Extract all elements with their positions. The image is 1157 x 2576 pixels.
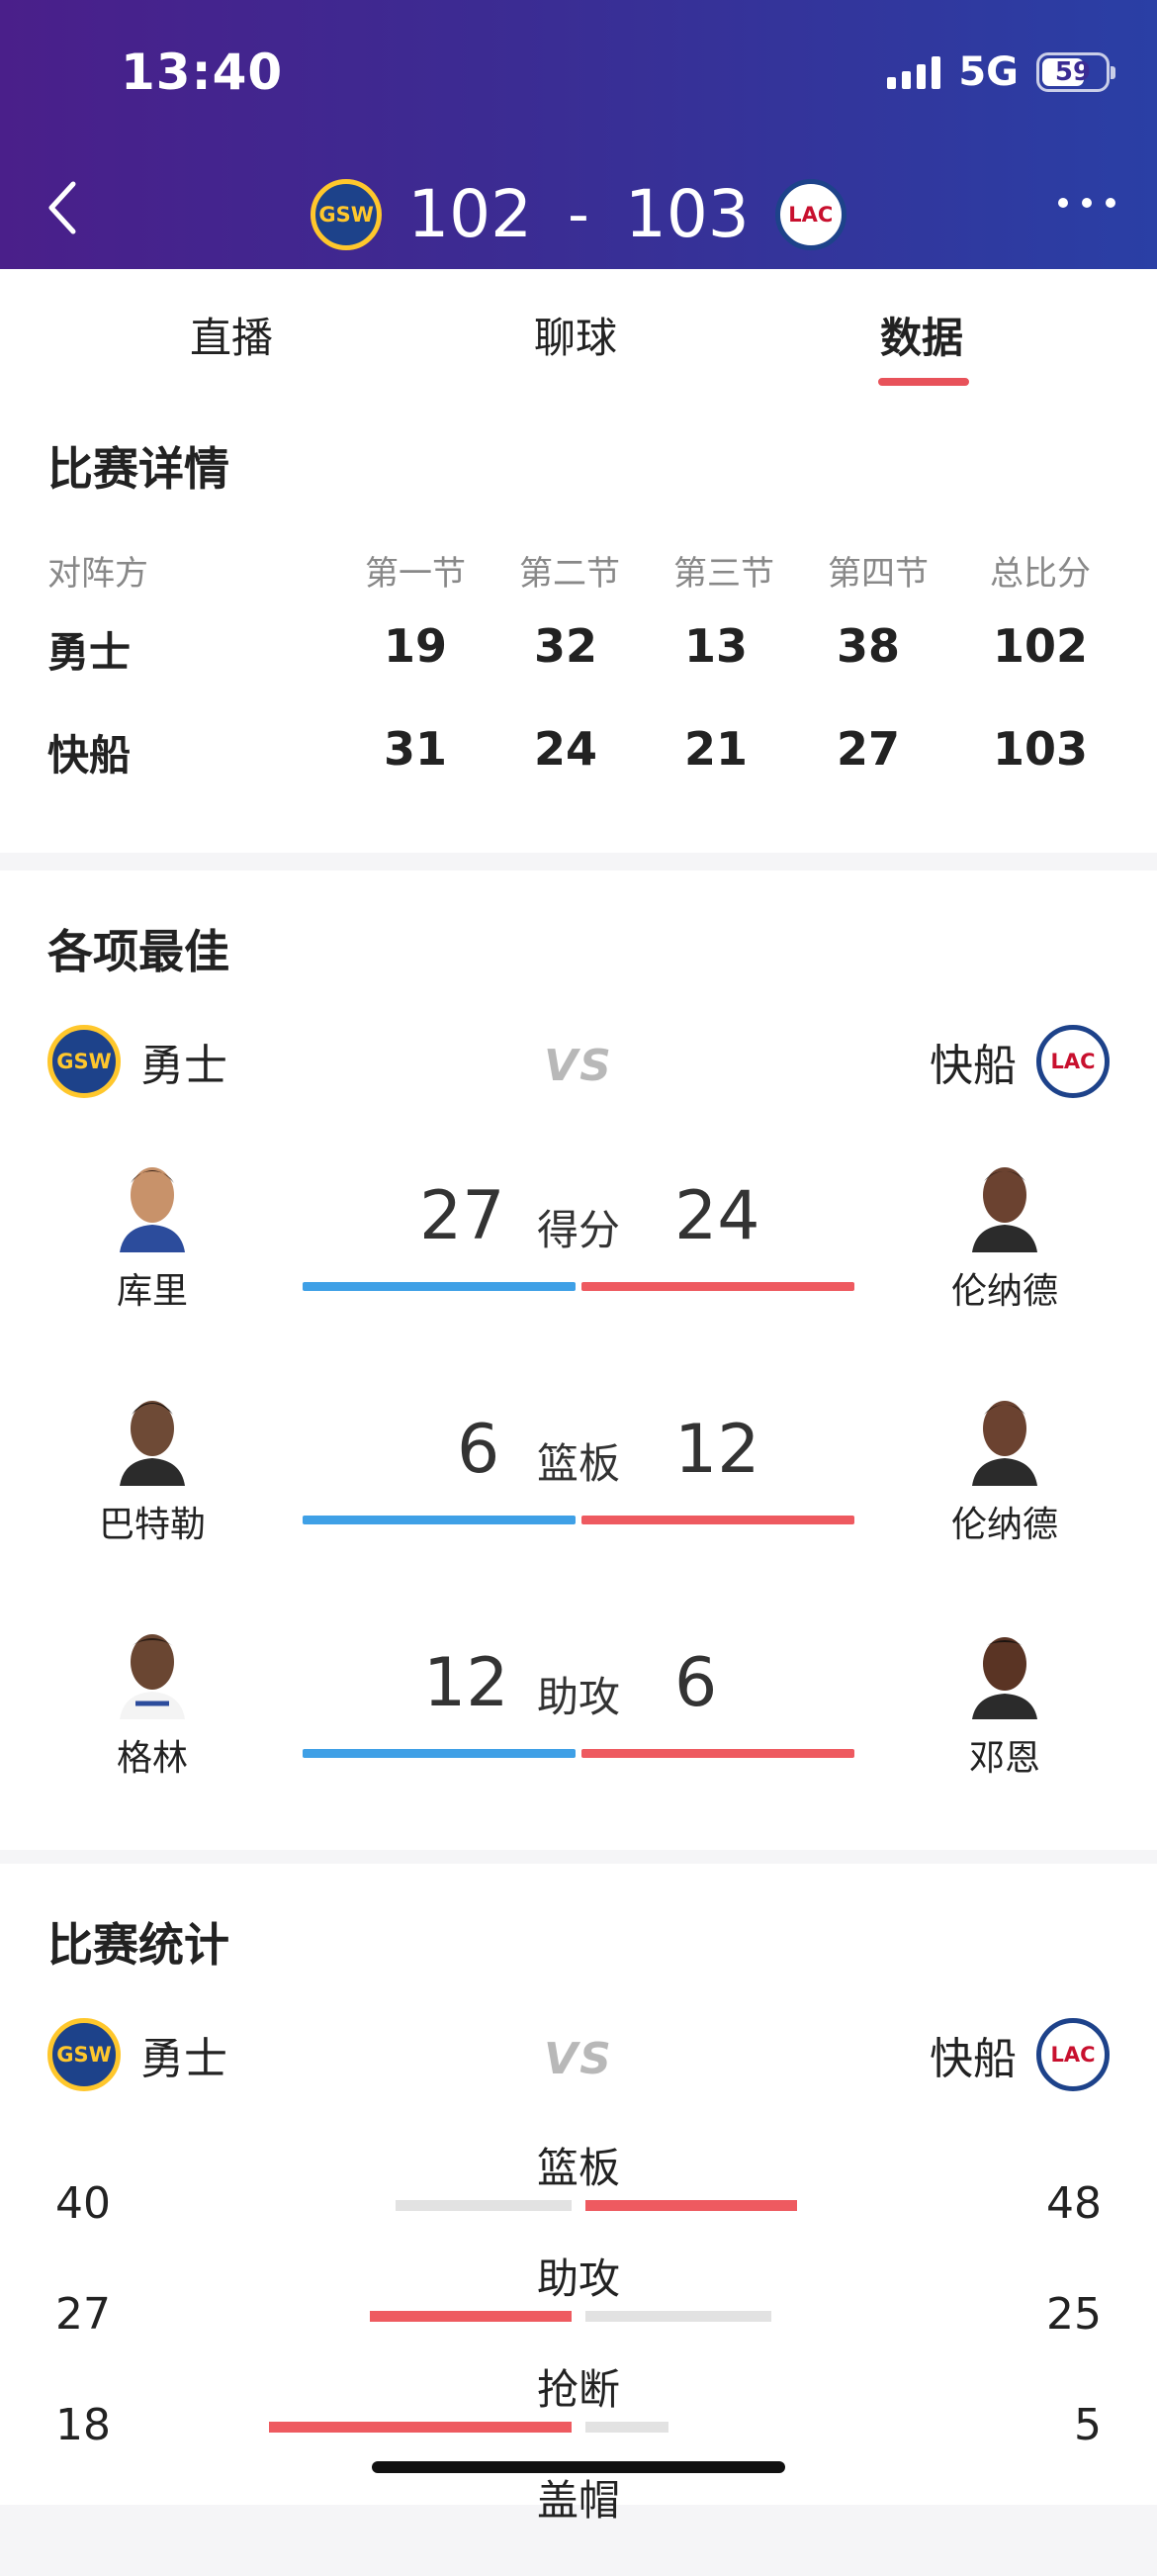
away-value: 12 bbox=[674, 1411, 760, 1489]
section-title: 比赛详情 bbox=[47, 442, 229, 496]
total-score: 102 bbox=[992, 619, 1089, 673]
home-bar bbox=[303, 1749, 576, 1758]
tab-bar: 直播 聊球 数据 bbox=[0, 269, 1157, 389]
stat-row: 篮板 40 48 bbox=[0, 2135, 1157, 2244]
q1-score: 31 bbox=[383, 722, 447, 776]
header-q1: 第一节 bbox=[365, 554, 466, 594]
match-header: 13:40 5G 59 GSW 102 - 103 LAC bbox=[0, 0, 1157, 269]
team-name: 勇士 bbox=[47, 628, 132, 677]
teams-vs-row: GSW 勇士 VS 快船 LAC bbox=[0, 1025, 1157, 1104]
home-indicator[interactable] bbox=[372, 2461, 785, 2473]
away-stat-bar bbox=[585, 2422, 668, 2433]
tab-live[interactable]: 直播 bbox=[190, 305, 273, 365]
status-icons: 5G 59 bbox=[887, 49, 1115, 95]
home-stat-bar bbox=[370, 2311, 572, 2322]
match-detail-card: 比赛详情 对阵方 第一节 第二节 第三节 第四节 总比分 勇士 19 32 13… bbox=[0, 388, 1157, 853]
teams-vs-row: GSW 勇士 VS 快船 LAC bbox=[0, 2018, 1157, 2097]
status-time: 13:40 bbox=[121, 44, 284, 101]
leader-row[interactable]: 巴特勒 6 篮板 12 伦纳德 bbox=[0, 1391, 1157, 1569]
more-options-icon[interactable] bbox=[1058, 198, 1115, 208]
player-name: 巴特勒 bbox=[98, 1505, 206, 1545]
signal-icon bbox=[887, 55, 941, 89]
tab-data[interactable]: 数据 bbox=[880, 305, 963, 365]
q4-score: 38 bbox=[836, 619, 900, 673]
stat-row: 盖帽 bbox=[0, 2467, 1157, 2576]
total-score: 103 bbox=[992, 722, 1089, 776]
header-team: 对阵方 bbox=[47, 554, 148, 594]
away-bar bbox=[581, 1749, 854, 1758]
home-score: 102 bbox=[407, 176, 533, 252]
away-stat-bar bbox=[585, 2311, 771, 2322]
q2-score: 24 bbox=[533, 722, 597, 776]
away-player[interactable]: 伦纳德 bbox=[906, 1391, 1104, 1547]
q4-score: 27 bbox=[836, 722, 900, 776]
away-player[interactable]: 邓恩 bbox=[906, 1624, 1104, 1781]
section-title: 比赛统计 bbox=[47, 1918, 229, 1972]
away-bar bbox=[581, 1282, 854, 1291]
player-avatar bbox=[972, 1167, 1037, 1252]
home-stat-value: 40 bbox=[55, 2178, 111, 2229]
section-title: 各项最佳 bbox=[47, 925, 229, 978]
player-avatar bbox=[972, 1637, 1037, 1719]
home-stat-bar bbox=[269, 2422, 572, 2433]
leader-row[interactable]: 格林 12 助攻 6 邓恩 bbox=[0, 1624, 1157, 1802]
team-stats-card: 比赛统计 GSW 勇士 VS 快船 LAC 篮板 40 48 助攻 27 25 … bbox=[0, 1864, 1157, 2525]
away-value: 24 bbox=[674, 1177, 760, 1255]
q3-score: 21 bbox=[683, 722, 748, 776]
away-stat-value: 5 bbox=[1074, 2400, 1102, 2450]
lac-logo-icon: LAC bbox=[1036, 1025, 1110, 1098]
header-total: 总比分 bbox=[990, 554, 1091, 594]
stat-row: 助攻 27 25 bbox=[0, 2246, 1157, 2354]
q1-score: 19 bbox=[383, 619, 447, 673]
network-label: 5G bbox=[958, 49, 1019, 95]
away-stat-bar bbox=[585, 2200, 797, 2211]
away-team-name: 快船 bbox=[930, 2034, 1017, 2084]
away-team: 快船 LAC bbox=[930, 1025, 1110, 1098]
q3-score: 13 bbox=[683, 619, 748, 673]
player-name: 格林 bbox=[116, 1738, 188, 1779]
score-separator: - bbox=[568, 179, 589, 249]
battery-level: 59 bbox=[1054, 57, 1092, 87]
lac-logo-icon: LAC bbox=[1036, 2018, 1110, 2091]
stat-label: 抢断 bbox=[536, 2365, 620, 2414]
away-stat-value: 48 bbox=[1046, 2178, 1102, 2229]
home-stat-bar bbox=[396, 2200, 572, 2211]
player-name: 库里 bbox=[116, 1271, 188, 1312]
away-team-name: 快船 bbox=[930, 1041, 1017, 1091]
stat-label: 盖帽 bbox=[536, 2476, 620, 2525]
away-bar bbox=[581, 1516, 854, 1524]
away-team: 快船 LAC bbox=[930, 2018, 1110, 2091]
lac-logo-icon: LAC bbox=[774, 178, 846, 250]
score-bar: GSW 102 - 103 LAC bbox=[0, 176, 1157, 252]
battery-icon: 59 bbox=[1036, 52, 1115, 92]
player-name: 伦纳德 bbox=[950, 1505, 1058, 1545]
leaders-card: 各项最佳 GSW 勇士 VS 快船 LAC 库里 27 得分 24 伦纳德 巴特… bbox=[0, 871, 1157, 1850]
team-name: 快船 bbox=[47, 731, 132, 780]
header-q4: 第四节 bbox=[828, 554, 929, 594]
stat-row: 抢断 18 5 bbox=[0, 2356, 1157, 2465]
away-score: 103 bbox=[624, 176, 750, 252]
stat-label: 助攻 bbox=[536, 2254, 620, 2303]
q2-score: 32 bbox=[533, 619, 597, 673]
header-q3: 第三节 bbox=[673, 554, 774, 594]
gsw-logo-icon: GSW bbox=[311, 178, 383, 250]
tab-chat[interactable]: 聊球 bbox=[534, 305, 617, 365]
home-bar bbox=[303, 1516, 576, 1524]
stat-label: 篮板 bbox=[536, 2144, 620, 2192]
home-stat-value: 18 bbox=[55, 2400, 111, 2450]
home-stat-value: 27 bbox=[55, 2289, 111, 2340]
header-q2: 第二节 bbox=[519, 554, 620, 594]
away-value: 6 bbox=[674, 1644, 718, 1722]
player-name: 邓恩 bbox=[968, 1738, 1040, 1779]
player-avatar bbox=[972, 1401, 1037, 1486]
away-stat-value: 25 bbox=[1046, 2289, 1102, 2340]
home-bar bbox=[303, 1282, 576, 1291]
away-player[interactable]: 伦纳德 bbox=[906, 1157, 1104, 1314]
active-tab-indicator bbox=[878, 378, 969, 386]
player-name: 伦纳德 bbox=[950, 1271, 1058, 1312]
leader-row[interactable]: 库里 27 得分 24 伦纳德 bbox=[0, 1157, 1157, 1335]
